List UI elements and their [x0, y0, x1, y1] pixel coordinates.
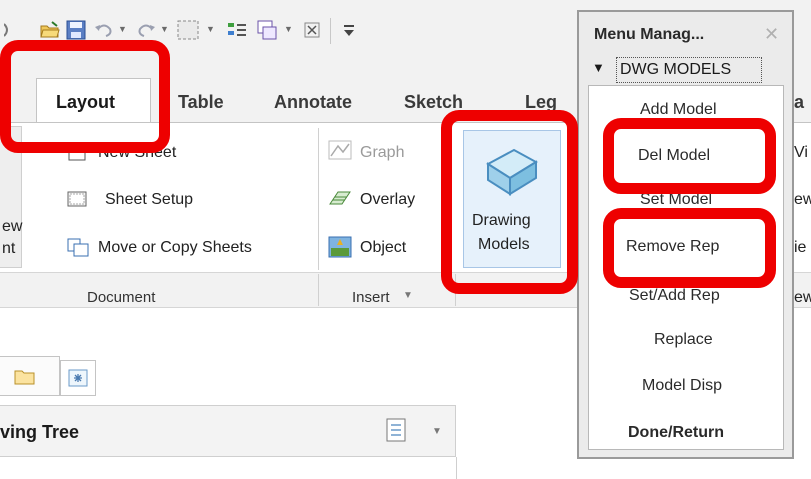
graph-icon: [328, 140, 352, 160]
sheet-setup-icon: [67, 191, 87, 207]
redo-dropdown-caret[interactable]: ▼: [160, 24, 169, 34]
ribbon-partial-right-2: ew: [794, 191, 811, 208]
group-separator: [318, 128, 319, 270]
tree-settings-icon[interactable]: [386, 418, 406, 442]
drawing-tree-title: ving Tree: [0, 422, 80, 442]
undo-icon[interactable]: [94, 20, 114, 40]
tab-annotate[interactable]: Annotate: [274, 92, 352, 113]
customize-icon[interactable]: [342, 20, 356, 40]
menu-manager-title: Menu Manag...: [594, 26, 705, 43]
object-button[interactable]: Object: [360, 239, 406, 257]
highlight-drawing-models: [441, 110, 578, 294]
model-disp-item[interactable]: Model Disp: [642, 377, 722, 395]
move-copy-icon: [67, 238, 89, 257]
tab-table[interactable]: Table: [178, 92, 224, 113]
redo-icon[interactable]: [136, 20, 156, 40]
highlight-del-model: [603, 118, 776, 194]
group-label-insert[interactable]: Insert: [352, 289, 390, 306]
toolbar-separator: [330, 18, 331, 44]
tab-partial-right[interactable]: a: [794, 92, 804, 113]
dwg-models-section[interactable]: DWG MODELS: [620, 61, 731, 79]
group-label-document: Document: [87, 289, 156, 306]
object-icon: [328, 236, 352, 258]
add-model-item[interactable]: Add Model: [640, 101, 717, 119]
ribbon-partial-right-1: Vi: [794, 144, 808, 161]
done-return-item[interactable]: Done/Return: [628, 424, 724, 442]
tree-settings-icon: [68, 369, 88, 387]
move-copy-sheets-button[interactable]: Move or Copy Sheets: [98, 239, 252, 257]
replace-item[interactable]: Replace: [654, 331, 713, 349]
set-add-rep-item[interactable]: Set/Add Rep: [629, 287, 720, 305]
window-icon[interactable]: [256, 19, 278, 41]
partial-icon: [4, 23, 8, 37]
highlight-layout-tab: [0, 40, 170, 153]
save-icon[interactable]: [66, 20, 86, 40]
close-icon[interactable]: ✕: [764, 24, 779, 45]
select-box-icon[interactable]: [176, 18, 200, 42]
ribbon-partial-right-4: ew: [794, 289, 811, 306]
close-window-icon[interactable]: [304, 22, 320, 38]
tree-pane-border: [456, 457, 457, 479]
group-separator: [318, 274, 319, 306]
overlay-button[interactable]: Overlay: [360, 191, 415, 209]
ribbon-partial-right-3: ie: [794, 239, 807, 256]
graph-button[interactable]: Graph: [360, 144, 404, 162]
select-dropdown-caret[interactable]: ▼: [206, 24, 215, 34]
insert-dropdown-caret[interactable]: ▼: [403, 290, 413, 301]
open-folder-icon[interactable]: [40, 20, 60, 40]
left-button-label-1: ew: [2, 218, 23, 235]
highlight-remove-rep: [603, 208, 776, 288]
tree-settings-dropdown-caret[interactable]: ▼: [432, 426, 442, 437]
undo-dropdown-caret[interactable]: ▼: [118, 24, 127, 34]
left-button-label-2: nt: [2, 240, 16, 257]
triangle-down-icon[interactable]: ▼: [592, 60, 605, 75]
regenerate-icon[interactable]: [226, 19, 248, 41]
window-dropdown-caret[interactable]: ▼: [284, 24, 293, 34]
sheet-setup-button[interactable]: Sheet Setup: [105, 191, 193, 209]
folder-icon: [14, 370, 35, 385]
overlay-icon: [329, 191, 351, 205]
